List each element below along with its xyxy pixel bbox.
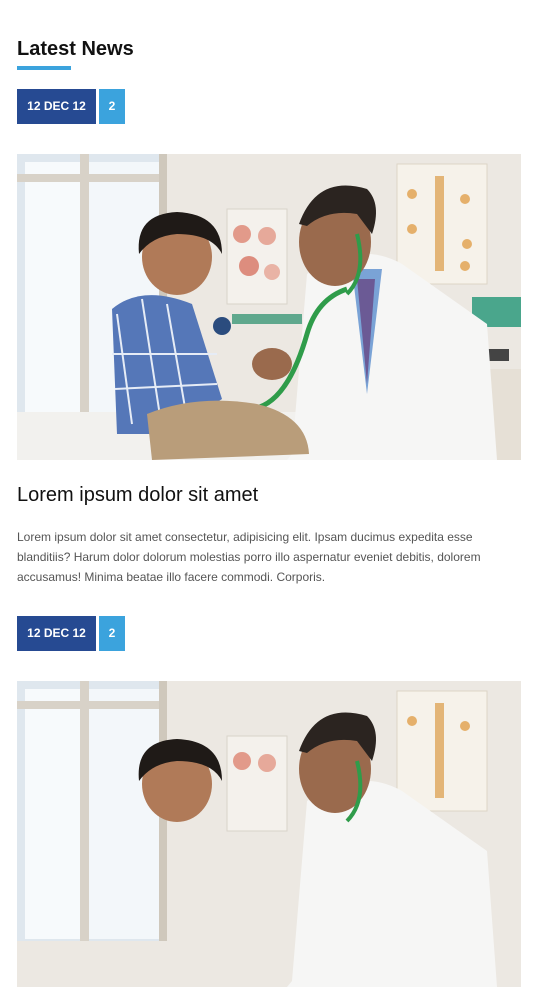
title-underline (17, 66, 71, 70)
post-excerpt: Lorem ipsum dolor sit amet consectetur, … (17, 530, 481, 584)
comment-count-badge[interactable]: 2 (99, 89, 125, 124)
doctor-child-photo (17, 681, 521, 987)
section-title: Latest News (17, 38, 134, 60)
news-image[interactable] (17, 154, 521, 460)
news-image[interactable] (17, 681, 521, 987)
date-badge: 12 DEC 12 (17, 616, 96, 651)
post-meta: 12 DEC 12 2 (17, 616, 125, 651)
post-meta: 12 DEC 12 2 (17, 89, 125, 124)
post-title[interactable]: Lorem ipsum dolor sit amet (17, 482, 258, 508)
date-badge: 12 DEC 12 (17, 89, 96, 124)
comment-count-badge[interactable]: 2 (99, 616, 125, 651)
doctor-child-photo (17, 154, 521, 460)
